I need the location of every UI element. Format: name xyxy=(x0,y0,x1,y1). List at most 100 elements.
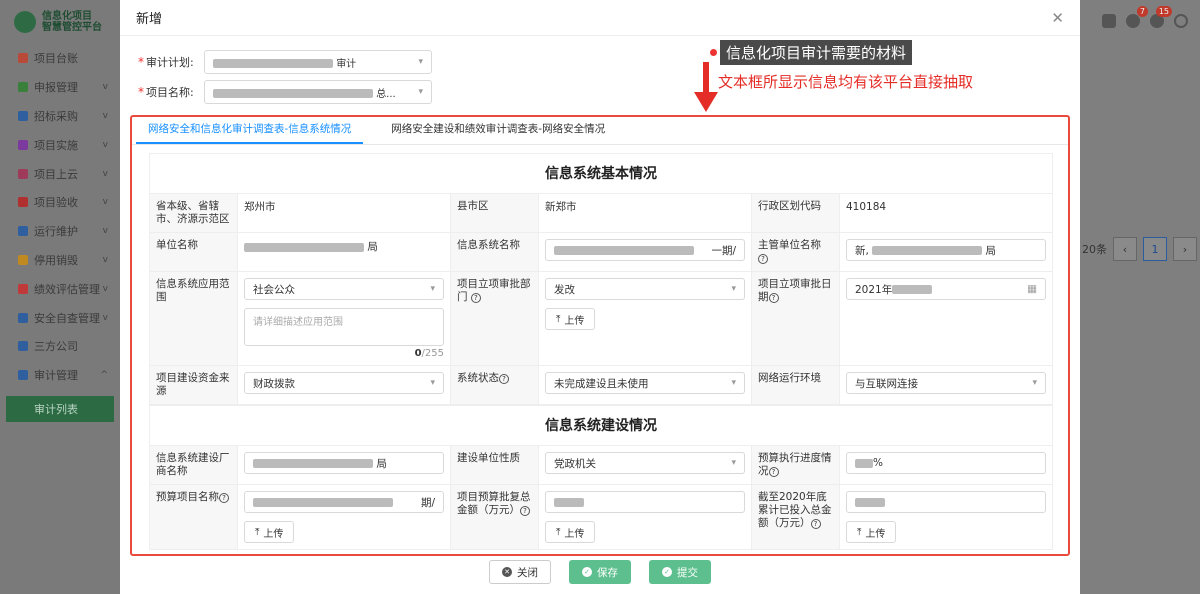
scope-label: 信息系统应用范围 xyxy=(149,271,238,366)
sidebar-subitem-audit-list[interactable]: 审计列表 xyxy=(6,395,114,422)
sidebar-item-4[interactable]: 项目上云 v xyxy=(0,159,120,188)
add-modal: 新增 ✕ * 审计计划: 审计 ▾ * 项目名称: 总... ▾ 信息化项目审计… xyxy=(120,0,1080,594)
sidebar-item-0[interactable]: 项目台账 xyxy=(0,44,120,73)
chevron-down-icon: ▾ xyxy=(430,378,435,388)
region-code-value: 410184 xyxy=(846,201,887,213)
system-name-input[interactable]: 一期/ xyxy=(545,239,745,261)
province-value: 郑州市 xyxy=(244,201,276,213)
sidebar-item-5[interactable]: 项目验收 v xyxy=(0,188,120,217)
chevron-down-icon: ▾ xyxy=(1032,378,1037,388)
vendor-input[interactable]: 局 xyxy=(244,452,444,474)
sidebar-item-label: 项目实施 xyxy=(34,138,78,152)
sidebar-item-7[interactable]: 停用销毁 v xyxy=(0,246,120,275)
tab-information-system[interactable]: 网络安全和信息化审计调查表-信息系统情况 xyxy=(136,117,364,144)
project-name-label: 项目名称: xyxy=(146,86,194,99)
help-icon[interactable]: ? xyxy=(520,506,530,516)
sidebar-item-6[interactable]: 运行维护 v xyxy=(0,217,120,246)
sidebar-item-label: 招标采购 xyxy=(34,109,78,123)
tab-network-security[interactable]: 网络安全建设和绩效审计调查表-网络安全情况 xyxy=(379,117,617,144)
budget-progress-input[interactable]: % xyxy=(846,452,1046,474)
help-icon[interactable]: 15 xyxy=(1150,6,1172,28)
chevron-down-icon: v xyxy=(102,139,108,150)
sidebar-item-label: 安全自查管理 xyxy=(34,311,100,325)
chevron-down-icon: ▾ xyxy=(731,458,736,468)
prev-page-button[interactable]: ‹ xyxy=(1113,237,1137,261)
lock-icon[interactable] xyxy=(1102,14,1116,28)
sidebar-item-8[interactable]: 绩效评估管理 v xyxy=(0,274,120,303)
page-button-current[interactable]: 1 xyxy=(1143,237,1167,261)
sidebar-item-10[interactable]: 三方公司 xyxy=(0,332,120,361)
menu-icon xyxy=(18,341,28,352)
approval-date-picker[interactable]: 2021年 ▦ xyxy=(846,278,1046,300)
close-icon[interactable]: ✕ xyxy=(1051,9,1064,27)
sidebar-item-1[interactable]: 申报管理 v xyxy=(0,73,120,102)
audit-plan-select[interactable]: 审计 ▾ xyxy=(204,50,432,74)
supervisor-input[interactable]: 新, 局 xyxy=(846,239,1046,261)
sidebar-item-9[interactable]: 安全自查管理 v xyxy=(0,303,120,332)
sidebar-item-label: 项目台账 xyxy=(34,52,78,66)
network-env-select[interactable]: 与互联网连接 ▾ xyxy=(846,372,1046,394)
arrow-down-icon xyxy=(694,62,718,112)
submit-button[interactable]: ✓ 提交 xyxy=(649,560,711,584)
chevron-down-icon: ▾ xyxy=(731,284,736,294)
upload-icon: ⤒ xyxy=(857,526,862,538)
unit-nature-label: 建设单位性质 xyxy=(450,445,539,485)
help-icon[interactable]: ? xyxy=(499,374,509,384)
close-button[interactable]: ✕ 关闭 xyxy=(489,560,551,584)
save-button[interactable]: ✓ 保存 xyxy=(569,560,631,584)
upload-icon: ⤒ xyxy=(556,526,561,538)
menu-icon xyxy=(18,370,28,381)
help-icon[interactable]: ? xyxy=(768,293,779,303)
modal-title: 新增 xyxy=(136,12,163,27)
unit-name-label: 单位名称 xyxy=(149,232,238,272)
next-page-button[interactable]: › xyxy=(1173,237,1197,261)
project-name-select[interactable]: 总... ▾ xyxy=(204,80,432,104)
upload-button[interactable]: ⤒ 上传 xyxy=(846,521,897,543)
sidebar-item-label: 审计管理 xyxy=(34,369,78,383)
budget-project-label: 预算项目名称 xyxy=(156,491,219,503)
help-icon[interactable]: ? xyxy=(219,493,229,503)
help-icon[interactable]: ? xyxy=(768,467,779,477)
annotation-frame: 网络安全和信息化审计调查表-信息系统情况 网络安全建设和绩效审计调查表-网络安全… xyxy=(130,115,1070,556)
chevron-down-icon: ▾ xyxy=(418,57,423,67)
sidebar-item-label: 项目上云 xyxy=(34,167,78,181)
upload-button[interactable]: ⤒ 上传 xyxy=(545,521,596,543)
sidebar-item-label: 运行维护 xyxy=(34,225,78,239)
help-icon[interactable]: ? xyxy=(810,519,821,529)
chevron-down-icon: v xyxy=(102,254,108,265)
county-label: 县市区 xyxy=(450,193,539,233)
scope-textarea[interactable]: 请详细描述应用范围 xyxy=(244,308,444,346)
sidebar-item-11[interactable]: 审计管理 ^ xyxy=(0,361,120,390)
app-logo: 信息化项目 智慧管控平台 xyxy=(0,0,120,44)
fund-source-select[interactable]: 财政拨款 ▾ xyxy=(244,372,444,394)
fund-source-label: 项目建设资金来源 xyxy=(149,365,238,405)
system-status-label: 系统状态 xyxy=(457,372,499,384)
help-icon[interactable]: ? xyxy=(470,293,481,303)
system-status-select[interactable]: 未完成建设且未使用 ▾ xyxy=(545,372,745,394)
invested-total-input[interactable] xyxy=(846,491,1046,513)
page-size-label[interactable]: 20条 xyxy=(1082,241,1107,257)
unit-nature-select[interactable]: 党政机关 ▾ xyxy=(545,452,745,474)
annotation-title: 信息化项目审计需要的材料 xyxy=(720,40,913,65)
sidebar-item-label: 三方公司 xyxy=(34,340,78,354)
bell-icon[interactable]: 7 xyxy=(1126,6,1148,28)
approved-total-input[interactable] xyxy=(545,491,745,513)
menu-icon xyxy=(18,312,28,323)
sidebar-item-3[interactable]: 项目实施 v xyxy=(0,130,120,159)
section-title-basic: 信息系统基本情况 xyxy=(149,153,1053,193)
scope-select[interactable]: 社会公众 ▾ xyxy=(244,278,444,300)
help-icon[interactable]: ? xyxy=(758,254,768,264)
upload-button[interactable]: ⤒ 上传 xyxy=(545,308,596,330)
menu-icon xyxy=(18,110,28,121)
budget-project-input[interactable]: 期/ xyxy=(244,491,444,513)
check-circle-icon: ✓ xyxy=(662,567,672,577)
chevron-down-icon: v xyxy=(102,197,108,208)
province-label: 省本级、省辖市、济源示范区 xyxy=(149,193,238,233)
menu-icon xyxy=(18,139,28,150)
upload-button[interactable]: ⤒ 上传 xyxy=(244,521,295,543)
sidebar-item-2[interactable]: 招标采购 v xyxy=(0,102,120,131)
annotation: 信息化项目审计需要的材料 文本框所显示信息均有该平台直接抽取 xyxy=(710,40,973,92)
approval-dept-select[interactable]: 发改 ▾ xyxy=(545,278,745,300)
power-icon[interactable] xyxy=(1174,14,1188,28)
unit-name-value: 局 xyxy=(244,239,444,254)
